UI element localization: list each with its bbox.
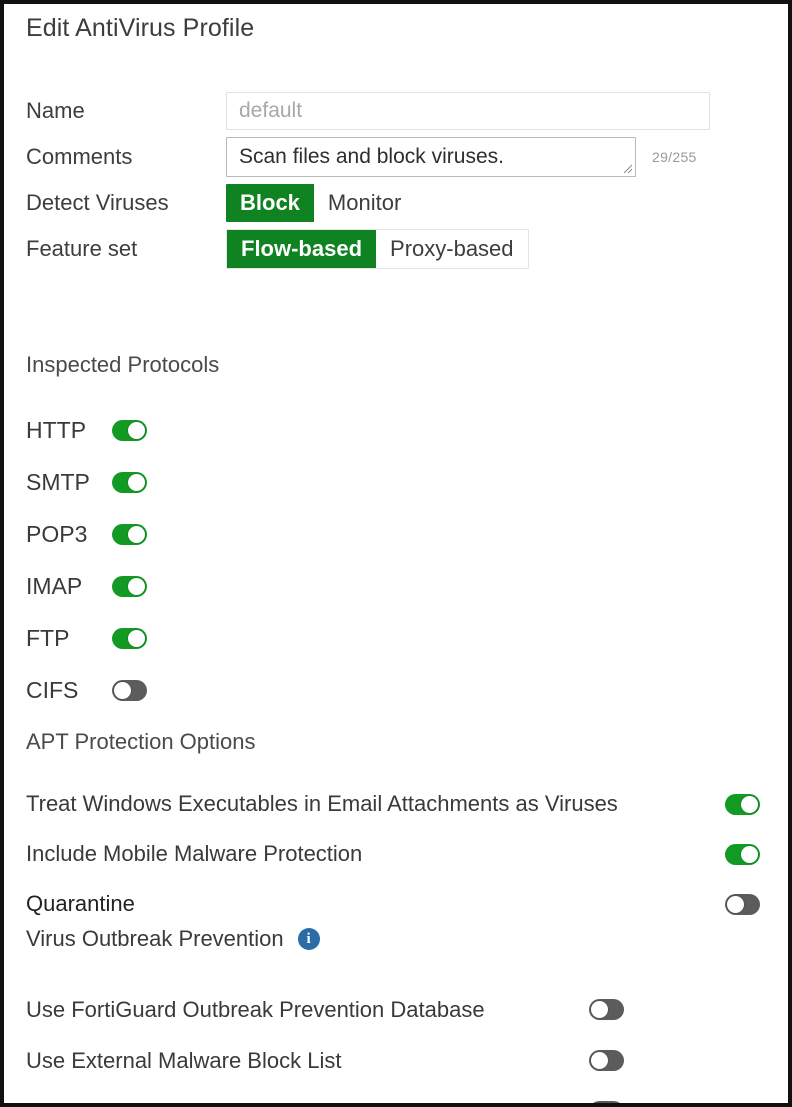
inspected-protocols-heading: Inspected Protocols	[26, 352, 220, 377]
detect-viruses-option-monitor[interactable]: Monitor	[313, 184, 416, 222]
protocol-toggle-cifs[interactable]	[112, 679, 147, 701]
vop-row-external-malware-block-list: Use External Malware Block List	[26, 1035, 760, 1086]
vop-toggle-fortiguard-outbreak-prevention-database[interactable]	[589, 999, 624, 1020]
protocol-row-imap: IMAP	[26, 560, 326, 612]
apt-row-include-mobile-malware: Include Mobile Malware Protection	[26, 829, 760, 879]
vop-label-external-malware-block-list: Use External Malware Block List	[26, 1047, 342, 1073]
protocol-row-cifs: CIFS	[26, 664, 326, 716]
virus-outbreak-prevention-heading-row: Virus Outbreak Prevention i	[26, 926, 320, 952]
comments-textarea[interactable]	[226, 137, 636, 177]
vop-row-fortiguard-outbreak-prevention-database: Use FortiGuard Outbreak Prevention Datab…	[26, 984, 760, 1035]
feature-set-option-proxy-based[interactable]: Proxy-based	[376, 230, 528, 268]
info-icon[interactable]: i	[297, 928, 320, 950]
toggle-knob	[128, 577, 145, 595]
detect-viruses-label: Detect Viruses	[26, 190, 169, 215]
feature-set-segmented-control: Flow-based Proxy-based	[226, 229, 529, 269]
protocol-row-ftp: FTP	[26, 612, 326, 664]
protocol-label-smtp: SMTP	[26, 468, 90, 495]
detect-viruses-option-block[interactable]: Block	[226, 184, 314, 222]
toggle-knob	[128, 629, 145, 647]
toggle-knob	[128, 473, 145, 491]
form-row-feature-set: Feature set Flow-based Proxy-based	[26, 229, 756, 269]
comments-char-counter: 29/255	[652, 149, 697, 165]
form-row-name: Name	[26, 92, 756, 130]
apt-row-quarantine: Quarantine	[26, 879, 760, 929]
protocol-toggle-pop3[interactable]	[112, 523, 147, 545]
protocol-label-http: HTTP	[26, 416, 87, 443]
feature-set-option-flow-based[interactable]: Flow-based	[227, 230, 377, 268]
protocol-row-smtp: SMTP	[26, 456, 326, 508]
apt-toggle-include-mobile-malware[interactable]	[725, 843, 760, 865]
protocol-label-ftp: FTP	[26, 624, 70, 651]
inspected-protocols-list: HTTP SMTP POP3 IMAP FTP CIFS	[26, 404, 326, 716]
antivirus-profile-dialog: Edit AntiVirus Profile Name Comments 29/…	[0, 0, 792, 1107]
toggle-knob	[591, 1052, 608, 1069]
protocol-toggle-ftp[interactable]	[112, 627, 147, 649]
form-row-comments: Comments 29/255	[26, 137, 756, 177]
virus-outbreak-prevention-list: Use FortiGuard Outbreak Prevention Datab…	[26, 984, 760, 1107]
virus-outbreak-prevention-heading: Virus Outbreak Prevention	[26, 926, 284, 951]
vop-toggle-ems-threat-feed[interactable]	[589, 1101, 624, 1107]
vop-label-fortiguard-outbreak-prevention-database: Use FortiGuard Outbreak Prevention Datab…	[26, 996, 485, 1022]
form-row-detect-viruses: Detect Viruses Block Monitor	[26, 184, 756, 222]
detect-viruses-segmented-control: Block Monitor	[226, 184, 416, 222]
toggle-knob	[591, 1103, 608, 1107]
protocol-toggle-smtp[interactable]	[112, 471, 147, 493]
apt-row-treat-windows-executables: Treat Windows Executables in Email Attac…	[26, 779, 760, 829]
protocol-label-cifs: CIFS	[26, 676, 79, 703]
apt-protection-list: Treat Windows Executables in Email Attac…	[26, 779, 760, 929]
dialog-body: Edit AntiVirus Profile Name Comments 29/…	[4, 4, 788, 1103]
toggle-knob	[114, 681, 131, 699]
toggle-knob	[741, 845, 758, 863]
profile-form: Name Comments 29/255 Detect Viruses	[26, 92, 756, 276]
protocol-label-imap: IMAP	[26, 572, 83, 599]
toggle-knob	[128, 421, 145, 439]
name-input[interactable]	[226, 92, 710, 130]
protocol-row-pop3: POP3	[26, 508, 326, 560]
toggle-knob	[727, 895, 744, 913]
toggle-knob	[128, 525, 145, 543]
toggle-knob	[741, 795, 758, 813]
protocol-label-pop3: POP3	[26, 520, 88, 547]
comments-label: Comments	[26, 144, 133, 169]
name-label: Name	[26, 98, 85, 123]
comments-field-wrapper	[226, 137, 636, 177]
vop-label-ems-threat-feed: Use EMS threat feed	[26, 1099, 230, 1104]
vop-toggle-external-malware-block-list[interactable]	[589, 1050, 624, 1071]
page-title: Edit AntiVirus Profile	[26, 14, 255, 42]
protocol-toggle-imap[interactable]	[112, 575, 147, 597]
toggle-knob	[591, 1001, 608, 1018]
feature-set-label: Feature set	[26, 236, 138, 261]
apt-label-include-mobile-malware: Include Mobile Malware Protection	[26, 841, 363, 866]
apt-toggle-treat-windows-executables[interactable]	[725, 793, 760, 815]
apt-label-quarantine: Quarantine	[26, 891, 135, 916]
apt-label-treat-windows-executables: Treat Windows Executables in Email Attac…	[26, 791, 618, 816]
vop-row-ems-threat-feed: Use EMS threat feed	[26, 1086, 760, 1107]
apt-toggle-quarantine[interactable]	[725, 893, 760, 915]
protocol-row-http: HTTP	[26, 404, 326, 456]
apt-protection-heading: APT Protection Options	[26, 729, 256, 754]
protocol-toggle-http[interactable]	[112, 419, 147, 441]
